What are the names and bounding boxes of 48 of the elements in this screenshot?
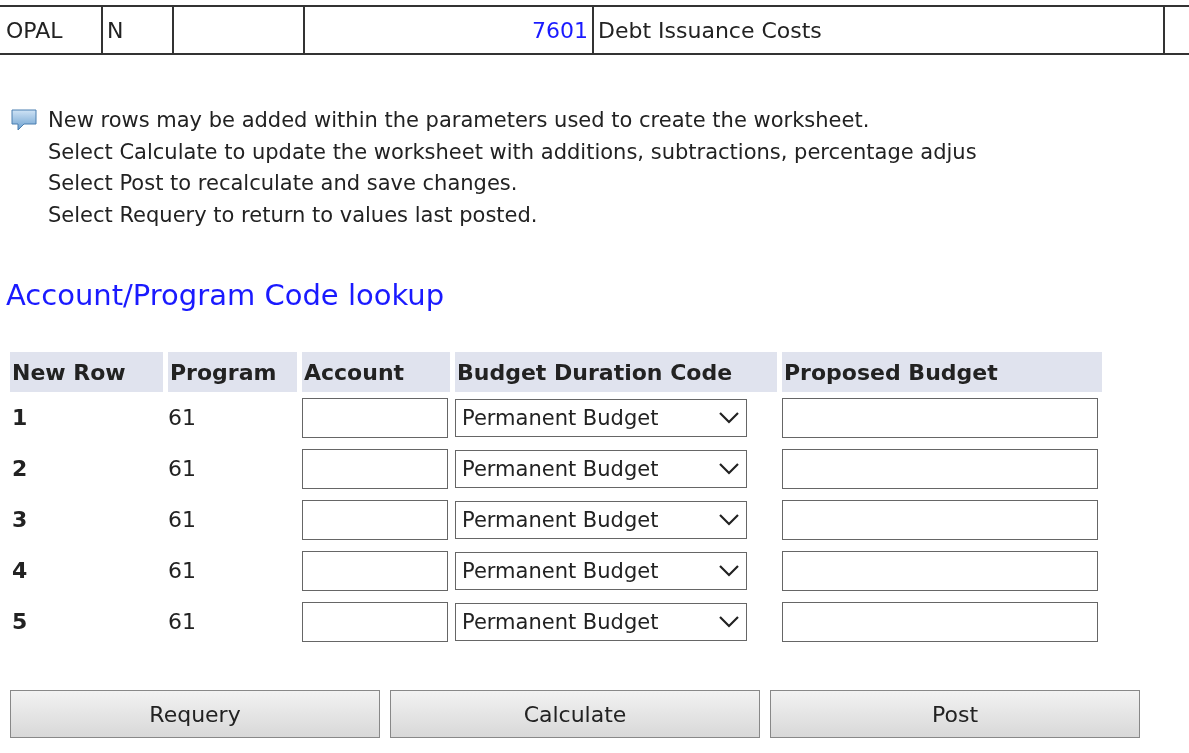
row-number: 4 (11, 558, 28, 583)
action-button[interactable]: Post (770, 690, 1140, 738)
account-field[interactable] (302, 448, 448, 489)
row-number: 3 (11, 507, 28, 532)
program-code: 61 (168, 507, 196, 532)
budget-field[interactable] (782, 397, 1098, 438)
program-code: 61 (168, 558, 196, 583)
account-field[interactable] (302, 499, 448, 540)
budget-field[interactable] (782, 448, 1098, 489)
row-number: 1 (11, 405, 28, 430)
budget-field[interactable] (782, 601, 1098, 642)
duration-dropdown[interactable]: Permanent Budget (455, 449, 747, 488)
column-header: Proposed Budget (782, 352, 1102, 392)
program-code: 61 (168, 456, 196, 481)
action-button[interactable]: Calculate (390, 690, 760, 738)
program-code: 61 (168, 609, 196, 634)
chevron-down-icon (718, 614, 740, 629)
budget-field[interactable] (782, 550, 1098, 591)
account-field[interactable] (302, 550, 448, 591)
row-number: 2 (11, 456, 28, 481)
account-link[interactable]: 7601 (305, 7, 594, 53)
program-code: 61 (168, 405, 196, 430)
duration-dropdown[interactable]: Permanent Budget (455, 602, 747, 641)
column-header: New Row (10, 352, 163, 392)
account-field[interactable] (302, 397, 448, 438)
table-cell: N (103, 7, 174, 53)
row-number: 5 (11, 609, 28, 634)
note-text: New rows may be added within the parameters used to create the worksheet. (48, 107, 871, 134)
note-text: Select Calculate to update the worksheet with additions, subtractions, percentage adjus (48, 138, 978, 166)
table-cell: Debt Issuance Costs (594, 7, 1165, 53)
note-text: Select Requery to return to values last posted. (48, 201, 539, 229)
table-cell: OPAL (0, 7, 103, 53)
duration-dropdown[interactable]: Permanent Budget (455, 398, 747, 437)
speech-bubble-icon (10, 109, 38, 131)
duration-dropdown[interactable]: Permanent Budget (455, 500, 747, 539)
column-header: Budget Duration Code (455, 352, 777, 392)
action-button[interactable]: Requery (10, 690, 380, 738)
column-header: Account (302, 352, 450, 392)
chevron-down-icon (718, 461, 740, 476)
chevron-down-icon (718, 410, 740, 425)
account-field[interactable] (302, 601, 448, 642)
chevron-down-icon (718, 512, 740, 527)
column-header: Program (168, 352, 297, 392)
duration-dropdown[interactable]: Permanent Budget (455, 551, 747, 590)
note-text: Select Post to recalculate and save changes. (48, 170, 519, 197)
chevron-down-icon (718, 563, 740, 578)
section-heading: Account/Program Code lookup (6, 278, 446, 312)
budget-field[interactable] (782, 499, 1098, 540)
